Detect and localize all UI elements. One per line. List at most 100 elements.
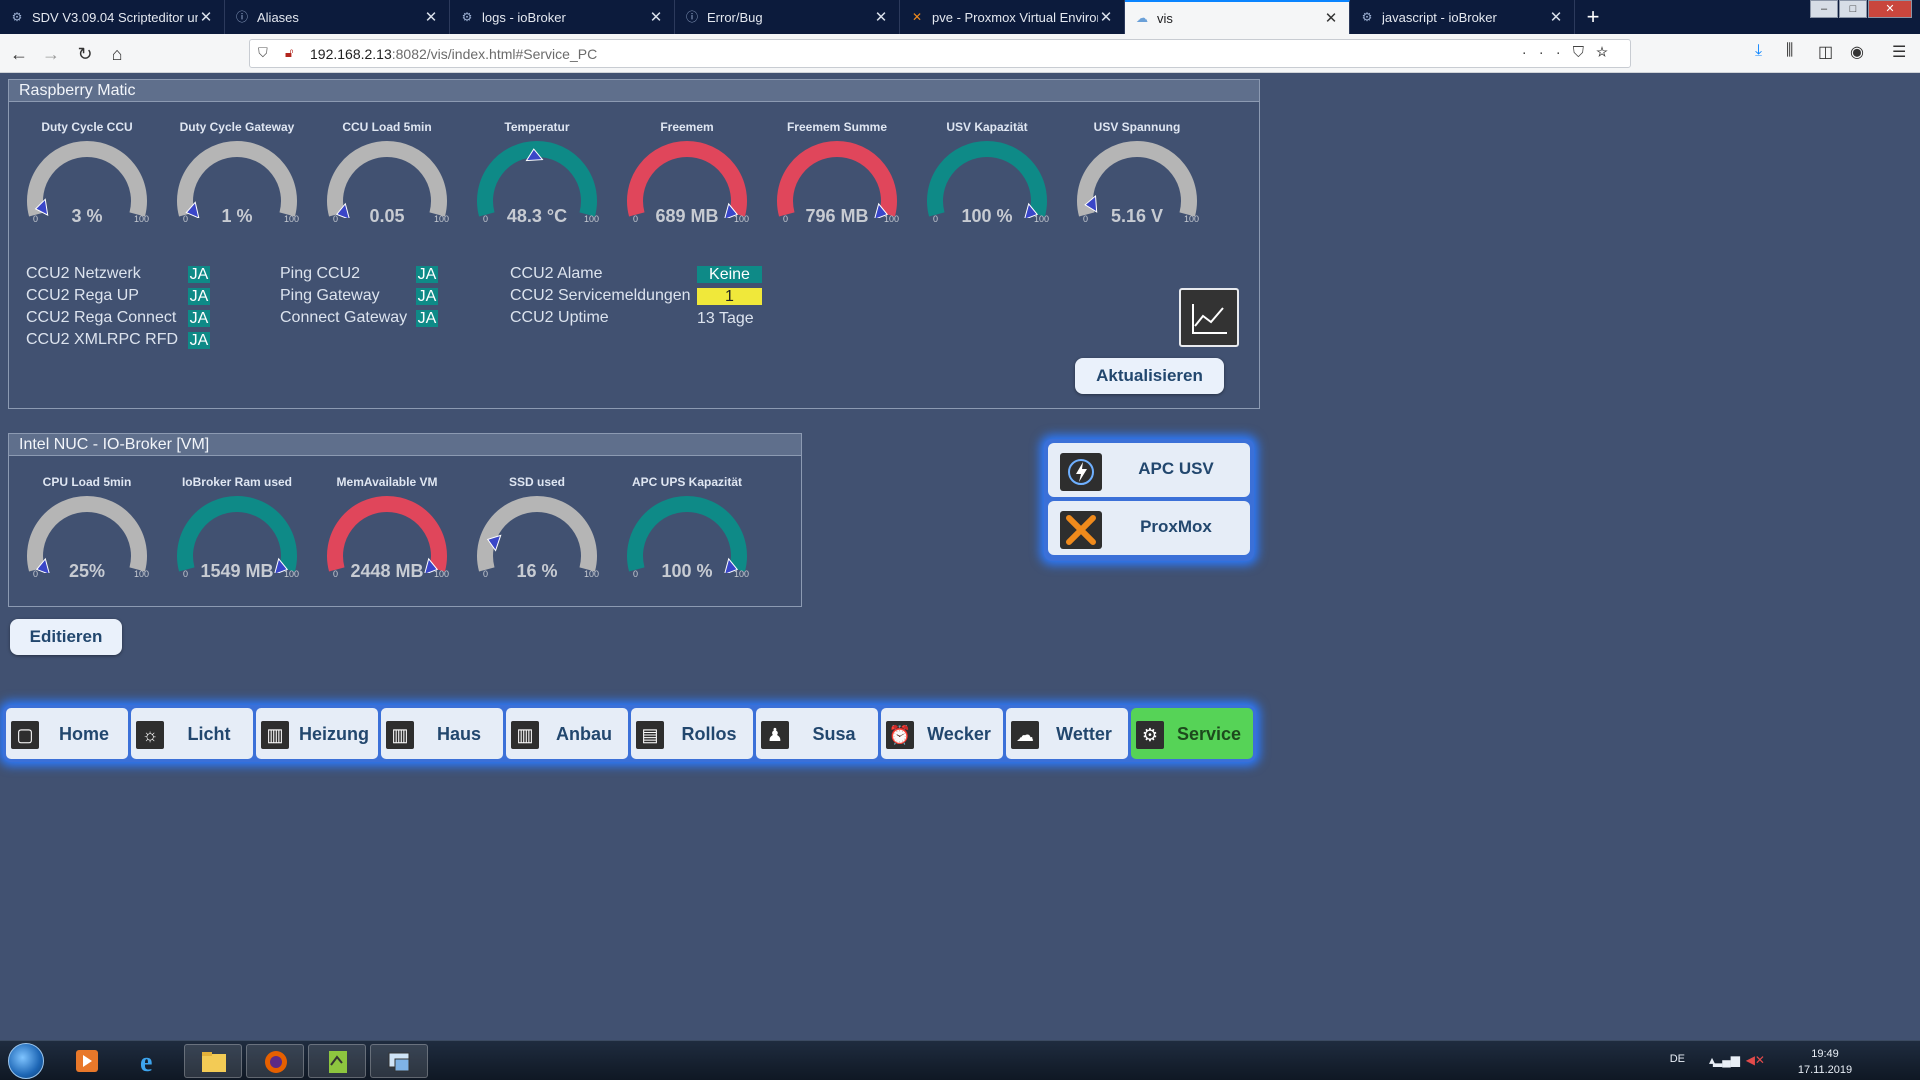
nav-item-home[interactable]: ▢ Home — [6, 708, 128, 759]
gauge-min: 0 — [33, 569, 39, 579]
edit-button[interactable]: Editieren — [10, 619, 122, 655]
side-button-label: APC USV — [1138, 459, 1214, 478]
status-label: CCU2 Servicemeldungen — [510, 287, 691, 304]
apc-usv-button[interactable]: APC USV — [1048, 443, 1250, 497]
explorer-folder-icon[interactable] — [184, 1044, 242, 1078]
download-icon[interactable]: ⤓ — [1755, 42, 1762, 60]
browser-tab-bar: ⚙SDV V3.09.04 Scripteditor und D✕ ⓘ Aliase… — [0, 0, 1920, 34]
account-icon[interactable]: ◉ — [1850, 42, 1864, 62]
gauge-max: 100 — [584, 214, 600, 224]
language-indicator[interactable]: DE — [1670, 1053, 1685, 1065]
close-tab-icon[interactable]: ✕ — [423, 8, 439, 26]
nav-item-anbau[interactable]: ▥ Anbau — [506, 708, 628, 759]
close-tab-icon[interactable]: ✕ — [198, 8, 214, 26]
nav-item-licht[interactable]: ☼ Licht — [131, 708, 253, 759]
refresh-button[interactable]: Aktualisieren — [1075, 358, 1224, 394]
url-text[interactable]: 192.168.2.13:8082/vis/index.html#Service… — [310, 46, 597, 62]
sidebar-icon[interactable]: ◫ — [1818, 42, 1833, 62]
nav-item-wetter[interactable]: ☁ Wetter — [1006, 708, 1128, 759]
alarm-clock-icon: ⏰ — [886, 721, 914, 749]
nav-item-label: Susa — [812, 724, 856, 744]
close-tab-icon[interactable]: ✕ — [648, 8, 664, 26]
reload-icon[interactable]: ↻ — [72, 41, 98, 67]
gauge-min: 0 — [1083, 214, 1089, 224]
gauge-max: 100 — [734, 569, 750, 579]
back-icon[interactable]: ← — [6, 41, 32, 67]
media-player-icon[interactable] — [58, 1044, 116, 1078]
history-chart-button[interactable] — [1179, 288, 1239, 347]
gauge: SSD used 16 % 0 100 — [462, 475, 612, 605]
circle-i-icon: ⓘ — [235, 10, 248, 24]
shutter-icon: ▤ — [636, 721, 664, 749]
heater-icon: ▥ — [261, 721, 289, 749]
gauge-label: SSD used — [508, 475, 565, 489]
nav-item-rollos[interactable]: ▤ Rollos — [631, 708, 753, 759]
gauge-label: Freemem Summe — [786, 120, 888, 134]
radiator-icon: ▥ — [511, 721, 539, 749]
browser-tab[interactable]: ☁ vis ✕ — [1125, 0, 1350, 34]
nav-item-label: Wetter — [1056, 724, 1112, 744]
gauge: CCU Load 5min 0.05 0 100 — [312, 120, 462, 250]
lightning-cycle-icon — [1060, 453, 1102, 491]
tab-title: Aliases — [257, 9, 299, 25]
volume-muted-icon[interactable]: ◀✕ — [1746, 1053, 1765, 1067]
close-tab-icon[interactable]: ✕ — [873, 8, 889, 26]
gauge-max: 100 — [134, 214, 150, 224]
notepad-icon[interactable] — [308, 1044, 366, 1078]
browser-tab[interactable]: ⚙ logs - ioBroker ✕ — [450, 0, 675, 34]
maximize-button[interactable]: □ — [1839, 0, 1867, 18]
clock[interactable]: 19:49 17.11.2019 — [1790, 1046, 1860, 1078]
gauge: CPU Load 5min 25% 0 100 — [12, 475, 162, 605]
tab-title: vis — [1157, 10, 1173, 26]
proxmox-button[interactable]: ProxMox — [1048, 501, 1250, 555]
close-window-button[interactable]: ✕ — [1868, 0, 1912, 18]
start-button[interactable] — [8, 1043, 44, 1079]
gauge-max: 100 — [1184, 214, 1200, 224]
menu-icon[interactable]: ☰ — [1892, 42, 1906, 62]
gears-icon: ⚙ — [1136, 721, 1164, 749]
close-tab-icon[interactable]: ✕ — [1323, 9, 1339, 27]
gauge-min: 0 — [933, 214, 939, 224]
pocket-icon[interactable]: ⛉ — [1573, 44, 1596, 61]
forward-icon[interactable]: → — [38, 41, 64, 67]
gauge-label: USV Kapazität — [946, 120, 1028, 134]
url-bar[interactable]: ⛉ 🔓︎ 192.168.2.13:8082/vis/index.html#Se… — [249, 39, 1631, 68]
gauge: Duty Cycle CCU 3 % 0 100 — [12, 120, 162, 250]
close-tab-icon[interactable]: ✕ — [1548, 8, 1564, 26]
nav-item-service[interactable]: ⚙ Service — [1131, 708, 1253, 759]
library-icon[interactable]: ⫼ — [1786, 42, 1793, 60]
browser-tab[interactable]: ✕ pve - Proxmox Virtual Environm ✕ — [900, 0, 1125, 34]
minimize-button[interactable]: – — [1810, 0, 1838, 18]
tab-title: javascript - ioBroker — [1382, 9, 1497, 25]
new-tab-button[interactable]: + — [1575, 0, 1611, 34]
browser-tab[interactable]: ⚙ javascript - ioBroker ✕ — [1350, 0, 1575, 34]
nav-item-label: Service — [1176, 724, 1242, 744]
status-label: Ping Gateway — [280, 287, 380, 304]
gauge: Freemem 689 MB 0 100 — [612, 120, 762, 250]
browser-tab[interactable]: ⓘ Aliases ✕ — [225, 0, 450, 34]
status-label: CCU2 Alame — [510, 265, 603, 282]
bulb-icon: ☼ — [136, 721, 164, 749]
gauge-min: 0 — [633, 214, 639, 224]
status-value-badge: JA — [416, 266, 438, 283]
more-actions-icon[interactable]: ··· — [1522, 44, 1573, 61]
browser-tab[interactable]: ⚙ SDV V3.09.04 Scripteditor und D✕ — [0, 0, 225, 34]
insecure-lock-icon[interactable]: 🔓︎ — [285, 45, 293, 61]
browser-tab[interactable]: ⓘ Error/Bug ✕ — [675, 0, 900, 34]
bookmark-star-icon[interactable]: ☆ — [1596, 44, 1620, 61]
remote-desktop-icon[interactable] — [370, 1044, 428, 1078]
close-tab-icon[interactable]: ✕ — [1098, 8, 1114, 26]
tracking-shield-icon[interactable]: ⛉ — [258, 45, 268, 61]
nav-item-susa[interactable]: ♟ Susa — [756, 708, 878, 759]
network-icon[interactable]: ▂▄▆ — [1713, 1053, 1740, 1067]
nav-item-haus[interactable]: ▥ Haus — [381, 708, 503, 759]
nav-item-heizung[interactable]: ▥ Heizung — [256, 708, 378, 759]
nav-item-wecker[interactable]: ⏰ Wecker — [881, 708, 1003, 759]
browser-nav-bar: ← → ↻ ⌂ ⛉ 🔓︎ 192.168.2.13:8082/vis/index… — [0, 34, 1920, 73]
cloud-icon: ☁ — [1136, 11, 1148, 25]
home-icon[interactable]: ⌂ — [104, 41, 130, 67]
internet-explorer-icon[interactable]: e — [122, 1044, 180, 1078]
firefox-icon[interactable] — [246, 1044, 304, 1078]
gauge: Temperatur 48.3 °C 0 100 — [462, 120, 612, 250]
status-value-badge: JA — [188, 310, 210, 327]
